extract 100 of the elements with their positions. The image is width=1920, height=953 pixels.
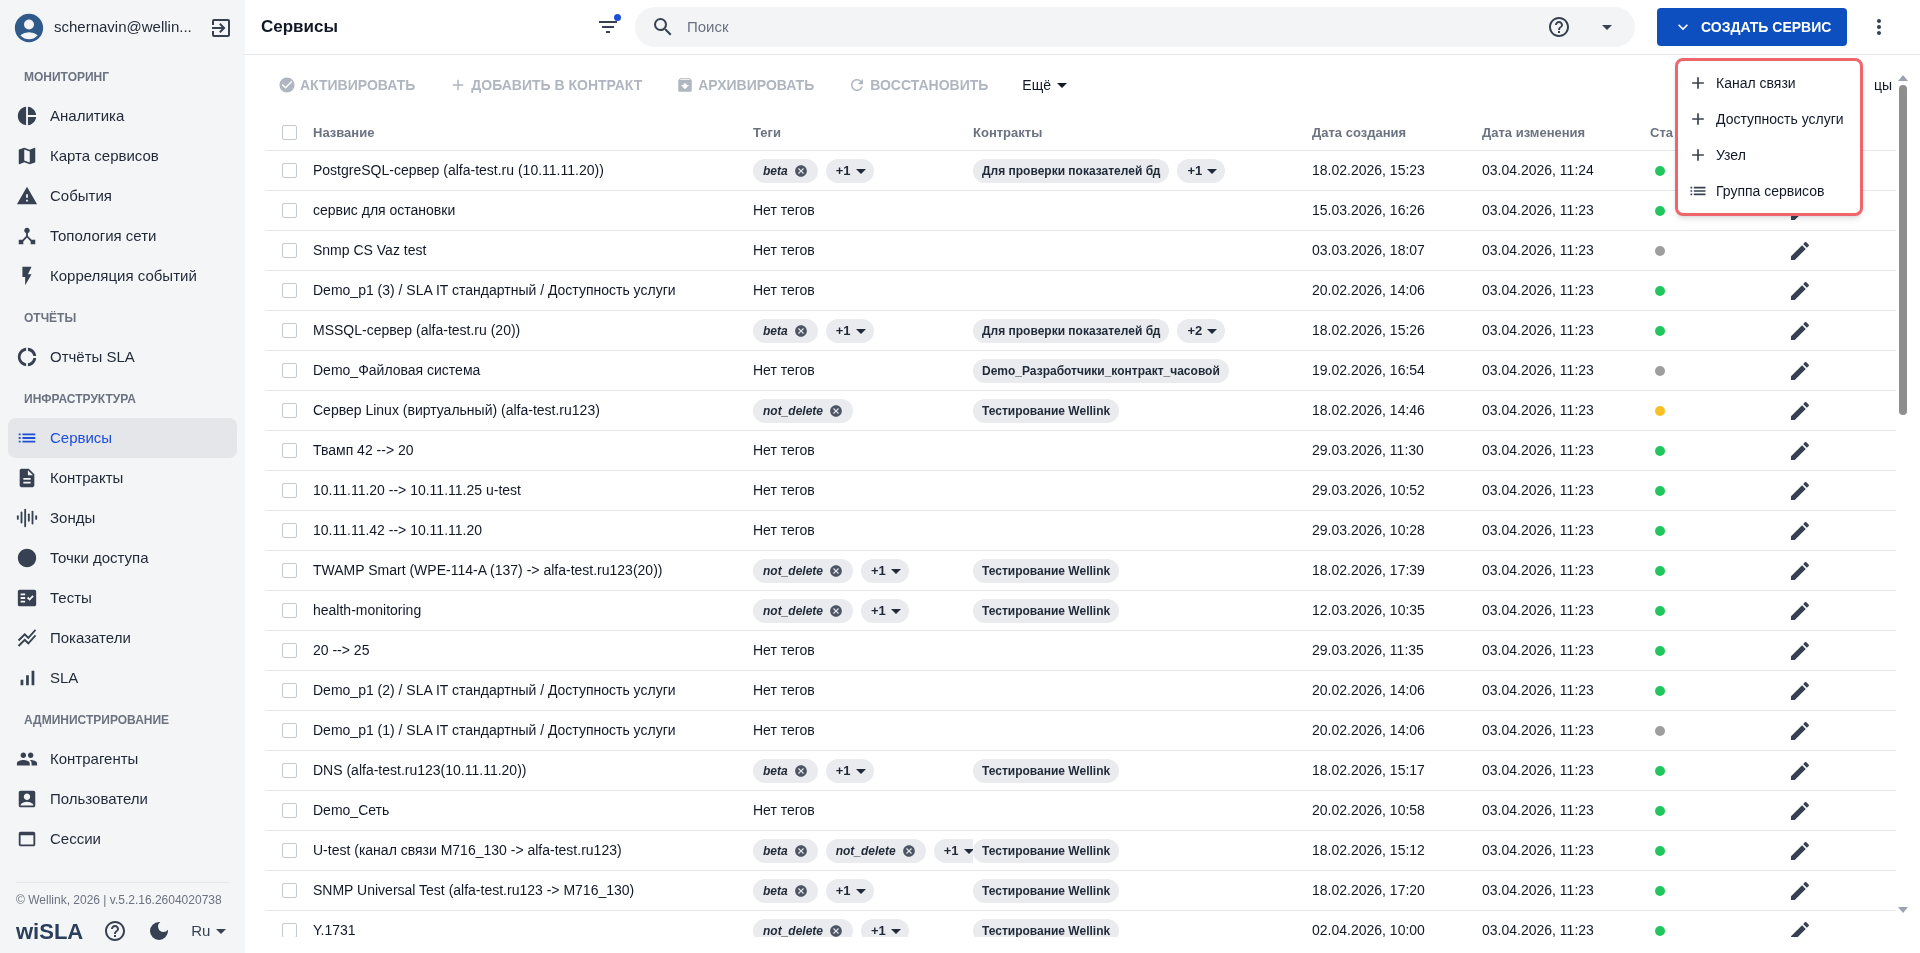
tag-chip[interactable]: Тестирование Wellink [973, 398, 1120, 423]
column-header[interactable]: Теги [753, 122, 973, 143]
service-name[interactable]: Demo_p1 (1) / SLA IT стандартный / Доступность услуги [313, 720, 753, 741]
tag-chip[interactable]: not_delete [753, 398, 853, 423]
service-name[interactable]: Demo_p1 (3) / SLA IT стандартный / Доступность услуги [313, 280, 753, 301]
create-service-button[interactable]: СОЗДАТЬ СЕРВИС [1657, 8, 1848, 46]
tag-chip[interactable]: not_delete [825, 838, 926, 863]
service-name[interactable]: U-test (канал связи M716_130 -> alfa-test.ru123) [313, 840, 753, 861]
row-checkbox[interactable] [282, 683, 297, 698]
remove-icon[interactable] [901, 843, 916, 858]
service-name[interactable]: сервис для остановки [313, 200, 753, 221]
search-input[interactable]: Поиск [687, 15, 1535, 39]
nav-item[interactable]: Пользователи [8, 779, 237, 819]
row-checkbox[interactable] [282, 803, 297, 818]
service-name[interactable]: SNMP Universal Test (alfa-test.ru123 -> M716_130) [313, 880, 753, 901]
menu-item[interactable]: Доступность услуги [1678, 101, 1860, 137]
nav-item[interactable]: Отчёты SLA [8, 337, 237, 377]
service-name[interactable]: TWAMP Smart (WPE-114-A (137) -> alfa-test.ru123(20)) [313, 560, 753, 581]
row-checkbox[interactable] [282, 523, 297, 538]
tag-chip[interactable]: Для проверки показателей бд [973, 158, 1170, 183]
table-settings-text[interactable]: цы [1873, 74, 1896, 96]
tag-chip[interactable]: beta [753, 838, 818, 863]
service-name[interactable]: Y.1731 [313, 920, 753, 937]
row-checkbox[interactable] [282, 563, 297, 578]
remove-icon[interactable] [829, 563, 843, 578]
nav-item[interactable]: Точки доступа [8, 538, 237, 578]
remove-icon[interactable] [793, 323, 808, 338]
row-checkbox[interactable] [282, 283, 297, 298]
menu-item[interactable]: Узел [1678, 137, 1860, 173]
service-name[interactable]: Твамп 42 --> 20 [313, 440, 753, 461]
column-header[interactable]: Контракты [973, 122, 1312, 143]
column-header[interactable]: Дата изменения [1482, 122, 1650, 143]
nav-item[interactable]: Зонды [8, 498, 237, 538]
service-name[interactable]: 20 --> 25 [313, 640, 753, 661]
row-checkbox[interactable] [282, 443, 297, 458]
more-chip[interactable]: +1 [825, 318, 874, 343]
row-checkbox[interactable] [282, 723, 297, 738]
nav-item[interactable]: Тесты [8, 578, 237, 618]
service-name[interactable]: Demo_Сеть [313, 800, 753, 821]
tag-chip[interactable]: beta [753, 318, 818, 343]
service-name[interactable]: PostgreSQL-сервер (alfa-test.ru (10.11.11.20)) [313, 160, 753, 181]
row-checkbox[interactable] [282, 763, 297, 778]
tag-chip[interactable]: beta [753, 878, 818, 903]
nav-item[interactable]: Аналитика [8, 96, 237, 136]
more-chip[interactable]: +1 [861, 918, 909, 937]
row-checkbox[interactable] [282, 403, 297, 418]
search-bar[interactable]: Поиск [635, 7, 1635, 47]
more-chip[interactable]: +1 [1177, 158, 1226, 183]
more-chip[interactable]: +1 [825, 758, 874, 783]
row-checkbox[interactable] [282, 923, 297, 937]
service-name[interactable]: 10.11.11.42 --> 10.11.11.20 [313, 520, 753, 541]
service-name[interactable]: Сервер Linux (виртуальный) (alfa-test.ru123) [313, 400, 753, 421]
nav-item[interactable]: События [8, 176, 237, 216]
nav-item[interactable]: Сервисы [8, 418, 237, 458]
tag-chip[interactable]: not_delete [753, 598, 853, 623]
more-button[interactable]: Ещё [1022, 74, 1067, 96]
remove-icon[interactable] [829, 403, 843, 418]
remove-icon[interactable] [829, 923, 843, 937]
service-name[interactable]: 10.11.11.20 --> 10.11.11.25 u-test [313, 480, 753, 501]
nav-item[interactable]: Контрагенты [8, 739, 237, 779]
service-name[interactable]: Demo_Файловая система [313, 360, 753, 381]
remove-icon[interactable] [793, 843, 808, 858]
tag-chip[interactable]: Тестирование Wellink [973, 918, 1120, 937]
tag-chip[interactable]: Тестирование Wellink [973, 598, 1120, 623]
nav-item[interactable]: Сессии [8, 819, 237, 859]
row-checkbox[interactable] [282, 603, 297, 618]
row-checkbox[interactable] [282, 363, 297, 378]
tag-chip[interactable]: beta [753, 158, 818, 183]
row-checkbox[interactable] [282, 883, 297, 898]
tag-chip[interactable]: Тестирование Wellink [973, 838, 1120, 863]
nav-item[interactable]: SLA [8, 658, 237, 698]
menu-item[interactable]: Канал связи [1678, 65, 1860, 101]
select-all-checkbox[interactable] [282, 125, 297, 140]
more-chip[interactable]: +1 [861, 558, 909, 583]
more-chip[interactable]: +1 [825, 158, 874, 183]
column-header[interactable]: Дата создания [1312, 122, 1482, 143]
nav-item[interactable]: Показатели [8, 618, 237, 658]
service-name[interactable]: Snmp CS Vaz test [313, 240, 753, 261]
service-name[interactable]: health-monitoring [313, 600, 753, 621]
scrollbar[interactable] [1896, 75, 1910, 913]
remove-icon[interactable] [829, 603, 843, 618]
remove-icon[interactable] [793, 763, 808, 778]
menu-item[interactable]: Группа сервисов [1678, 173, 1860, 209]
tag-chip[interactable]: not_delete [753, 558, 853, 583]
help-icon[interactable] [103, 919, 128, 943]
remove-icon[interactable] [793, 163, 808, 178]
service-name[interactable]: Demo_p1 (2) / SLA IT стандартный / Доступность услуги [313, 680, 753, 701]
row-checkbox[interactable] [282, 643, 297, 658]
tag-chip[interactable]: Тестирование Wellink [973, 878, 1120, 903]
tag-chip[interactable]: Demo_Разработчики_контракт_часовой [973, 358, 1229, 383]
tag-chip[interactable]: not_delete [753, 918, 853, 937]
language-select[interactable]: Ru [191, 919, 227, 943]
tag-chip[interactable]: beta [753, 758, 818, 783]
nav-item[interactable]: Топология сети [8, 216, 237, 256]
row-checkbox[interactable] [282, 843, 297, 858]
row-checkbox[interactable] [282, 483, 297, 498]
service-name[interactable]: DNS (alfa-test.ru123(10.11.11.20)) [313, 760, 753, 781]
more-chip[interactable]: +1 [861, 598, 909, 623]
nav-item[interactable]: Корреляция событий [8, 256, 237, 296]
tag-chip[interactable]: Для проверки показателей бд [973, 318, 1170, 343]
